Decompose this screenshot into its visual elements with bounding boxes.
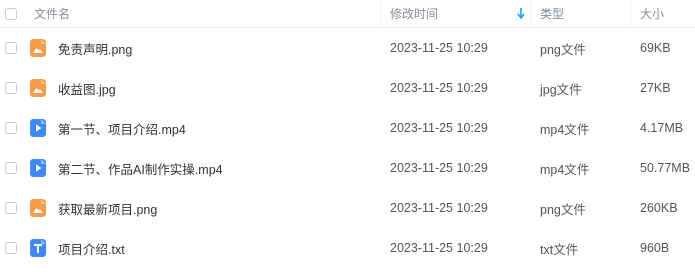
column-header-modified[interactable]: 修改时间: [380, 0, 530, 27]
file-list-header: 文件名 修改时间 类型 大小: [0, 0, 695, 28]
text-file-icon: [30, 239, 46, 257]
row-checkbox[interactable]: [5, 82, 17, 94]
video-file-icon: [30, 119, 46, 137]
row-checkbox[interactable]: [5, 122, 17, 134]
file-type: mp4文件: [540, 122, 590, 137]
row-checkbox[interactable]: [5, 202, 17, 214]
select-all-cell: [5, 0, 17, 27]
file-row[interactable]: 第二节、作品AI制作实操.mp4 2023-11-25 10:29 mp4文件 50.…: [0, 148, 695, 188]
file-name[interactable]: 第二节、作品AI制作实操.mp4: [58, 148, 378, 188]
file-modified-time: 2023-11-25 10:29: [390, 81, 488, 95]
file-modified-time: 2023-11-25 10:29: [390, 41, 488, 55]
file-size: 50.77MB: [640, 161, 691, 175]
column-header-size-label: 大小: [640, 7, 665, 21]
column-header-modified-label: 修改时间: [390, 7, 439, 21]
image-file-icon: [30, 199, 46, 217]
file-size: 4.17MB: [640, 121, 684, 135]
file-size: 69KB: [640, 41, 671, 55]
file-type: txt文件: [540, 242, 579, 257]
file-row[interactable]: 获取最新项目.png 2023-11-25 10:29 png文件 260KB: [0, 188, 695, 228]
select-all-checkbox[interactable]: [5, 7, 17, 20]
file-row[interactable]: 项目介绍.txt 2023-11-25 10:29 txt文件 960B: [0, 228, 695, 268]
file-name[interactable]: 第一节、项目介绍.mp4: [58, 108, 378, 148]
file-list: 文件名 修改时间 类型 大小 免责声明.png 2023-11-25 10:29 p…: [0, 0, 695, 276]
column-header-name[interactable]: 文件名: [34, 0, 380, 27]
sort-descending-icon[interactable]: [517, 7, 525, 19]
column-header-type[interactable]: 类型: [530, 0, 630, 27]
file-modified-time: 2023-11-25 10:29: [390, 201, 488, 215]
row-checkbox[interactable]: [5, 162, 17, 174]
file-size: 27KB: [640, 81, 671, 95]
row-checkbox[interactable]: [5, 42, 17, 54]
file-row[interactable]: 第一节、项目介绍.mp4 2023-11-25 10:29 mp4文件 4.17MB: [0, 108, 695, 148]
file-name[interactable]: 收益图.jpg: [58, 68, 378, 108]
column-header-name-label: 文件名: [34, 7, 71, 21]
file-type: jpg文件: [540, 82, 582, 97]
image-file-icon: [30, 79, 46, 97]
file-name[interactable]: 项目介绍.txt: [58, 228, 378, 268]
file-modified-time: 2023-11-25 10:29: [390, 121, 488, 135]
file-size: 960B: [640, 241, 670, 255]
file-row[interactable]: 免责声明.png 2023-11-25 10:29 png文件 69KB: [0, 28, 695, 68]
file-type: png文件: [540, 202, 586, 217]
column-header-size[interactable]: 大小: [630, 0, 695, 27]
file-modified-time: 2023-11-25 10:29: [390, 241, 488, 255]
file-type: mp4文件: [540, 162, 590, 177]
video-file-icon: [30, 159, 46, 177]
row-checkbox[interactable]: [5, 242, 17, 254]
file-name[interactable]: 免责声明.png: [58, 28, 378, 68]
file-type: png文件: [540, 42, 586, 57]
file-name[interactable]: 获取最新项目.png: [58, 188, 378, 228]
image-file-icon: [30, 39, 46, 57]
column-header-type-label: 类型: [540, 7, 565, 21]
file-size: 260KB: [640, 201, 678, 215]
file-row[interactable]: 收益图.jpg 2023-11-25 10:29 jpg文件 27KB: [0, 68, 695, 108]
file-modified-time: 2023-11-25 10:29: [390, 161, 488, 175]
